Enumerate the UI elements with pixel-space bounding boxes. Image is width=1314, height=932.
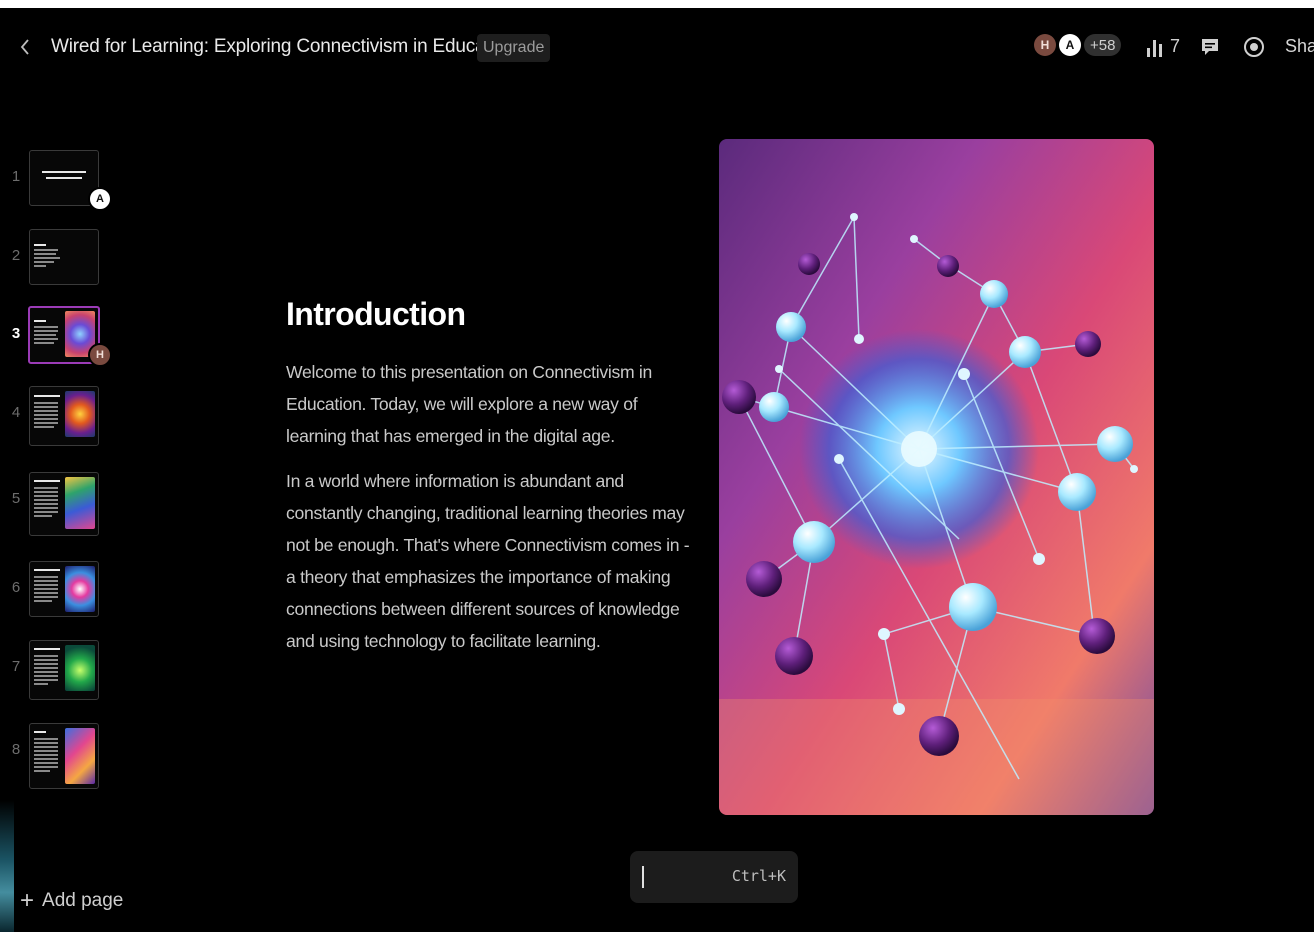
- bar-chart-icon: [1147, 39, 1162, 57]
- collaborator-avatars[interactable]: H A +58: [1034, 34, 1124, 56]
- thumbnail-number: 7: [11, 658, 21, 675]
- views-counter[interactable]: 7: [1146, 36, 1180, 57]
- back-chevron-icon[interactable]: [17, 36, 33, 58]
- shortcut-hint: Ctrl+K: [731, 867, 786, 885]
- thumbnail-preview: [29, 561, 99, 617]
- slide-paragraph[interactable]: In a world where information is abundant…: [286, 465, 698, 657]
- avatar[interactable]: A: [1059, 34, 1081, 56]
- thumbnail-slide-7[interactable]: 7: [0, 640, 130, 702]
- thumbnail-slide-5[interactable]: 5: [0, 472, 130, 536]
- thumbnail-slide-6[interactable]: 6: [0, 561, 130, 623]
- present-icon[interactable]: [1242, 35, 1266, 64]
- add-page-button[interactable]: + Add page: [20, 887, 124, 914]
- thumbnail-number: 4: [11, 404, 21, 421]
- text-caret: [642, 866, 644, 888]
- thumbnail-number: 6: [11, 579, 21, 596]
- thumbnail-slide-3[interactable]: 3 H: [0, 306, 130, 369]
- add-page-label: Add page: [42, 890, 124, 911]
- upgrade-button[interactable]: Upgrade: [477, 34, 551, 62]
- thumbnail-slide-8[interactable]: 8: [0, 723, 130, 789]
- command-input[interactable]: Ctrl+K: [630, 851, 798, 903]
- top-bar: Wired for Learning: Exploring Connectivi…: [0, 8, 1314, 88]
- thumbnail-number: 3: [11, 325, 21, 342]
- cursor-avatar: H: [88, 343, 112, 367]
- thumbnail-number: 5: [11, 490, 21, 507]
- share-button[interactable]: Sha: [1285, 36, 1314, 57]
- avatar[interactable]: H: [1034, 34, 1056, 56]
- thumbnail-preview: [29, 386, 99, 446]
- desktop-edge-decoration: [0, 800, 14, 932]
- thumbnail-preview: [29, 472, 99, 536]
- thumbnail-number: 2: [11, 247, 21, 264]
- comment-icon[interactable]: [1200, 37, 1220, 62]
- thumbnail-slide-4[interactable]: 4: [0, 386, 130, 448]
- window-top-strip: [0, 0, 1314, 8]
- views-count: 7: [1170, 36, 1181, 56]
- thumbnail-preview: [29, 723, 99, 789]
- document-title[interactable]: Wired for Learning: Exploring Connectivi…: [51, 36, 515, 58]
- thumbnail-number: 1: [11, 168, 21, 185]
- cursor-avatar: A: [88, 187, 112, 211]
- thumbnail-number: 8: [11, 741, 21, 758]
- network-illustration-image[interactable]: [719, 139, 1154, 815]
- thumbnail-slide-2[interactable]: 2: [0, 229, 130, 291]
- more-collaborators-badge[interactable]: +58: [1084, 34, 1122, 56]
- thumbnail-slide-1[interactable]: 1 A: [0, 150, 130, 212]
- slide-title[interactable]: Introduction: [286, 296, 466, 333]
- plus-icon: +: [20, 887, 35, 914]
- slide-paragraph[interactable]: Welcome to this presentation on Connecti…: [286, 356, 698, 452]
- thumbnail-preview: [29, 640, 99, 700]
- thumbnail-preview: [29, 229, 99, 285]
